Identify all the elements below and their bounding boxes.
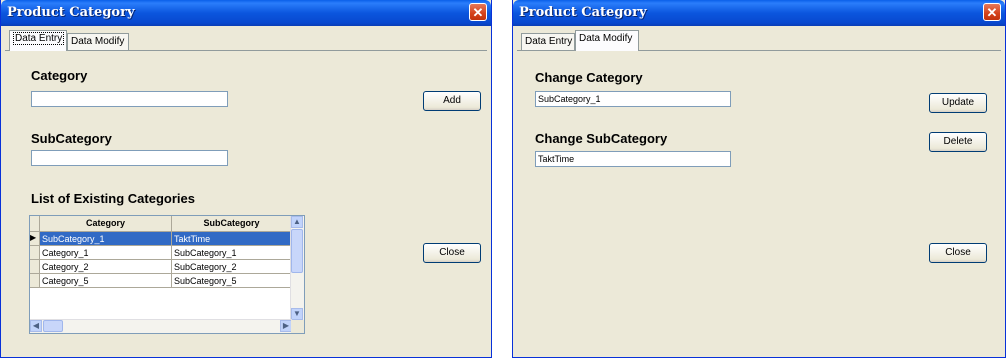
row-selector-icon[interactable]: ▶ [30, 232, 40, 246]
table-row[interactable]: Category_1 SubCategory_1 [40, 246, 292, 260]
product-category-window-entry: Product Category ✕ Data Entry Data Modif… [0, 0, 492, 358]
tab-data-entry[interactable]: Data Entry [521, 33, 575, 50]
change-category-input[interactable]: SubCategory_1 [535, 91, 731, 107]
column-header-category[interactable]: Category [40, 216, 172, 231]
change-subcategory-input[interactable]: TaktTime [535, 151, 731, 167]
horizontal-scroll-thumb[interactable] [43, 320, 63, 332]
row-selector[interactable] [30, 274, 40, 288]
cell-category[interactable]: Category_2 [40, 260, 172, 274]
close-icon[interactable]: ✕ [983, 3, 1001, 21]
category-label: Category [31, 68, 88, 83]
delete-button[interactable]: Delete [929, 132, 987, 152]
vertical-scroll-thumb[interactable] [291, 229, 303, 273]
window-title: Product Category [519, 5, 647, 20]
column-header-subcategory[interactable]: SubCategory [172, 216, 292, 231]
row-selector[interactable] [30, 246, 40, 260]
cell-category[interactable]: Category_1 [40, 246, 172, 260]
cell-subcategory[interactable]: SubCategory_5 [172, 274, 292, 288]
row-selector[interactable] [30, 260, 40, 274]
table-row[interactable]: Category_2 SubCategory_2 [40, 260, 292, 274]
close-button[interactable]: Close [929, 243, 987, 263]
tab-label: Data Modify [579, 33, 633, 44]
tab-label: Data Entry [13, 32, 65, 45]
add-button[interactable]: Add [423, 91, 481, 111]
table-row[interactable]: Category_5 SubCategory_5 [40, 274, 292, 288]
subcategory-input[interactable] [31, 150, 228, 166]
title-bar[interactable]: Product Category ✕ [513, 0, 1005, 26]
list-label: List of Existing Categories [31, 191, 195, 206]
scroll-left-icon[interactable]: ◀ [30, 320, 42, 332]
change-category-label: Change Category [535, 70, 643, 85]
horizontal-scrollbar[interactable]: ◀ ▶ [30, 319, 292, 333]
cell-category[interactable]: SubCategory_1 [40, 232, 172, 246]
header-corner [30, 216, 40, 231]
vertical-scrollbar[interactable]: ▲ ▼ [290, 216, 304, 320]
tab-panel: Change Category SubCategory_1 Update Cha… [517, 50, 1001, 353]
product-category-window-modify: Product Category ✕ Data Entry Data Modif… [512, 0, 1006, 358]
categories-grid[interactable]: Category SubCategory ▶ SubCategory_1 Tak… [29, 215, 305, 334]
subcategory-label: SubCategory [31, 131, 112, 146]
close-icon[interactable]: ✕ [469, 3, 487, 21]
change-subcategory-label: Change SubCategory [535, 131, 668, 146]
scroll-up-icon[interactable]: ▲ [291, 216, 303, 228]
cell-category[interactable]: Category_5 [40, 274, 172, 288]
cell-subcategory[interactable]: SubCategory_2 [172, 260, 292, 274]
update-button[interactable]: Update [929, 93, 987, 113]
scroll-corner [291, 320, 304, 333]
scroll-down-icon[interactable]: ▼ [291, 308, 303, 320]
title-bar[interactable]: Product Category ✕ [1, 0, 491, 26]
category-input[interactable] [31, 91, 228, 107]
tab-label: Data Modify [71, 36, 125, 47]
cell-subcategory[interactable]: SubCategory_1 [172, 246, 292, 260]
tab-label: Data Entry [525, 36, 573, 47]
tab-data-entry[interactable]: Data Entry [9, 30, 67, 51]
tab-data-modify[interactable]: Data Modify [575, 30, 639, 51]
cell-subcategory[interactable]: TaktTime [172, 232, 292, 246]
close-button[interactable]: Close [423, 243, 481, 263]
window-title: Product Category [7, 5, 135, 20]
table-row[interactable]: SubCategory_1 TaktTime [40, 232, 292, 246]
tab-data-modify[interactable]: Data Modify [67, 33, 129, 50]
grid-header: Category SubCategory [30, 216, 292, 232]
